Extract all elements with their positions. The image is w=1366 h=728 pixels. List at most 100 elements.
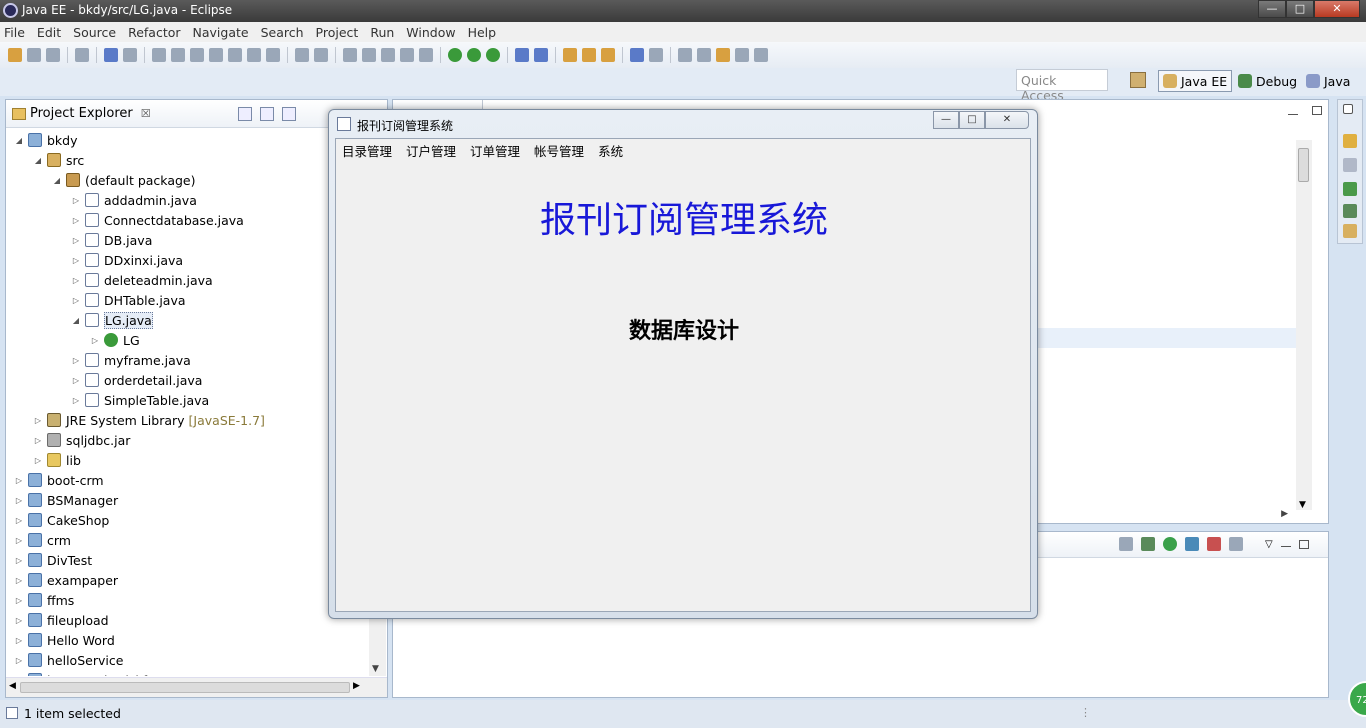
- expand-arrow-icon[interactable]: ▷: [14, 556, 24, 565]
- minimize-button[interactable]: —: [1258, 0, 1286, 18]
- tree-item[interactable]: ▷ helloService: [14, 650, 123, 670]
- wand-icon[interactable]: [381, 48, 395, 62]
- terminate-icon[interactable]: [190, 48, 204, 62]
- swing-maximize-button[interactable]: □: [959, 111, 985, 129]
- swing-menu-item[interactable]: 订户管理: [406, 141, 456, 160]
- expand-arrow-icon[interactable]: ▷: [33, 416, 43, 425]
- link-editor-icon[interactable]: [260, 107, 274, 121]
- tree-item[interactable]: ▷ SimpleTable.java: [71, 390, 209, 410]
- expand-arrow-icon[interactable]: ▷: [71, 276, 81, 285]
- back-icon[interactable]: [735, 48, 749, 62]
- menu-edit[interactable]: Edit: [37, 25, 61, 40]
- collapse-arrow-icon[interactable]: ◢: [33, 156, 43, 165]
- open-folder-icon[interactable]: [582, 48, 596, 62]
- new-icon[interactable]: [8, 48, 22, 62]
- menu-search[interactable]: Search: [261, 25, 304, 40]
- tree-item[interactable]: ▷ Hello Word: [14, 630, 115, 650]
- expand-arrow-icon[interactable]: ▷: [71, 196, 81, 205]
- tree-item[interactable]: ▷ myframe.java: [71, 350, 191, 370]
- debug-server-icon[interactable]: [1141, 537, 1155, 551]
- task-list-icon[interactable]: [1343, 158, 1357, 172]
- menu-help[interactable]: Help: [468, 25, 497, 40]
- menu-source[interactable]: Source: [73, 25, 116, 40]
- suspend-icon[interactable]: [171, 48, 185, 62]
- scroll-right-icon[interactable]: ▶: [1281, 509, 1288, 519]
- tree-item[interactable]: ▷ ffms: [14, 590, 74, 610]
- tree-item[interactable]: ▷ lib: [33, 450, 81, 470]
- tree-item[interactable]: ▷ JRE System Library [JavaSE-1.7]: [33, 410, 265, 430]
- expand-arrow-icon[interactable]: ▷: [14, 476, 24, 485]
- expand-arrow-icon[interactable]: ▷: [71, 236, 81, 245]
- skip-breakpoints-icon[interactable]: [123, 48, 137, 62]
- expand-arrow-icon[interactable]: ▷: [71, 356, 81, 365]
- collapse-arrow-icon[interactable]: ◢: [14, 136, 24, 145]
- expand-arrow-icon[interactable]: ▷: [71, 256, 81, 265]
- web-icon[interactable]: [419, 48, 433, 62]
- outline-icon[interactable]: [1343, 134, 1357, 148]
- tree-item[interactable]: ▷ orderdetail.java: [71, 370, 203, 390]
- tree-item[interactable]: ▷ DB.java: [71, 230, 152, 250]
- servers-icon[interactable]: [1343, 182, 1357, 196]
- tree-item[interactable]: ◢ (default package): [52, 170, 196, 190]
- save-all-icon[interactable]: [46, 48, 60, 62]
- menu-file[interactable]: File: [4, 25, 25, 40]
- server-icon[interactable]: [400, 48, 414, 62]
- swing-menu-item[interactable]: 系统: [598, 141, 623, 160]
- tree-item[interactable]: ▷ Connectdatabase.java: [71, 210, 244, 230]
- view-menu-icon[interactable]: ▽: [1265, 539, 1273, 550]
- swing-menu-item[interactable]: 目录管理: [342, 141, 392, 160]
- tree-item[interactable]: ▷ DivTest: [14, 550, 92, 570]
- swing-app-window[interactable]: 报刊订阅管理系统 — □ ✕ 目录管理 订户管理 订单管理 帐号管理 系统 报刊订阅管理…: [328, 109, 1038, 619]
- editor-vertical-scrollbar[interactable]: ▼: [1296, 140, 1312, 510]
- perspective-java[interactable]: Java: [1302, 70, 1354, 92]
- tree-item[interactable]: ◢ LG.java: [71, 310, 153, 330]
- debug-view-icon[interactable]: [1343, 204, 1357, 218]
- tree-item[interactable]: ▷ addadmin.java: [71, 190, 197, 210]
- scroll-right-icon[interactable]: ▶: [353, 681, 360, 691]
- swing-menu-item[interactable]: 帐号管理: [534, 141, 584, 160]
- minimize-icon[interactable]: [1280, 545, 1291, 547]
- search-icon[interactable]: [601, 48, 615, 62]
- menu-run[interactable]: Run: [370, 25, 394, 40]
- tree-item[interactable]: ▷ boot-crm: [14, 470, 104, 490]
- expand-arrow-icon[interactable]: ▷: [14, 676, 24, 677]
- new-class-icon[interactable]: [534, 48, 548, 62]
- resume-icon[interactable]: [152, 48, 166, 62]
- new-server-icon[interactable]: [515, 48, 529, 62]
- expand-arrow-icon[interactable]: ▷: [71, 396, 81, 405]
- disconnect-icon[interactable]: [209, 48, 223, 62]
- collapse-all-icon[interactable]: [238, 107, 252, 121]
- expand-arrow-icon[interactable]: ▷: [14, 596, 24, 605]
- swing-titlebar[interactable]: 报刊订阅管理系统 — □ ✕: [329, 110, 1037, 138]
- tree-item[interactable]: ◢ bkdy: [14, 130, 78, 150]
- menu-refactor[interactable]: Refactor: [128, 25, 180, 40]
- format-icon[interactable]: [295, 48, 309, 62]
- tree-item[interactable]: ▷ LG: [90, 330, 140, 350]
- expand-arrow-icon[interactable]: ▷: [14, 516, 24, 525]
- scroll-thumb[interactable]: [20, 682, 350, 693]
- forward-icon[interactable]: [754, 48, 768, 62]
- start-server-icon[interactable]: [1163, 537, 1177, 551]
- tree-item[interactable]: ◢ src: [33, 150, 84, 170]
- console-icon[interactable]: [104, 48, 118, 62]
- tree-item[interactable]: ▷ BSManager: [14, 490, 118, 510]
- perspective-java-ee[interactable]: Java EE: [1158, 70, 1233, 92]
- expand-arrow-icon[interactable]: ▷: [90, 336, 100, 345]
- menu-navigate[interactable]: Navigate: [193, 25, 249, 40]
- step-into-icon[interactable]: [228, 48, 242, 62]
- last-edit-icon[interactable]: [716, 48, 730, 62]
- expand-arrow-icon[interactable]: ▷: [14, 536, 24, 545]
- scroll-down-icon[interactable]: ▼: [1299, 500, 1306, 510]
- step-over-icon[interactable]: [247, 48, 261, 62]
- tree-item[interactable]: ▷ deleteadmin.java: [71, 270, 213, 290]
- minimize-icon[interactable]: [1288, 106, 1298, 115]
- tree-item[interactable]: ▷ exampaper: [14, 570, 118, 590]
- expand-arrow-icon[interactable]: ▷: [14, 616, 24, 625]
- open-type-icon[interactable]: [563, 48, 577, 62]
- collapse-arrow-icon[interactable]: ◢: [52, 176, 62, 185]
- scroll-down-icon[interactable]: ▼: [372, 664, 379, 674]
- scroll-thumb[interactable]: [1298, 148, 1309, 182]
- next-annotation-icon[interactable]: [678, 48, 692, 62]
- publish-icon[interactable]: [1229, 537, 1243, 551]
- previous-annotation-icon[interactable]: [697, 48, 711, 62]
